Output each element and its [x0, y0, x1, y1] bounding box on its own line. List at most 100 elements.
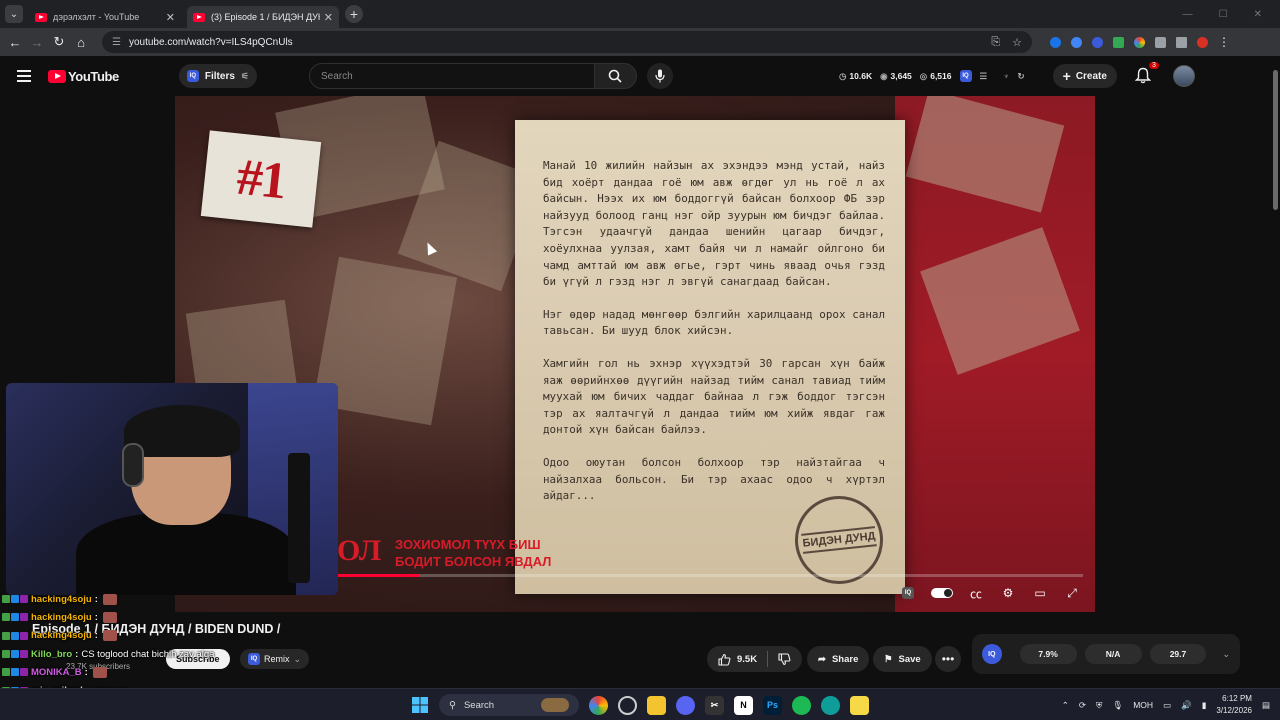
photoshop-icon[interactable]: Ps	[763, 695, 782, 715]
metric-score: 29.7	[1149, 644, 1207, 664]
extension-icon[interactable]	[1050, 36, 1061, 48]
views-stat: ◉ 3,645	[880, 71, 912, 82]
notification-center-icon[interactable]: ▤	[1262, 700, 1270, 711]
close-tab-icon[interactable]: ✕	[166, 11, 175, 24]
sync-icon[interactable]: ⟳	[1079, 700, 1086, 711]
discord-icon[interactable]	[676, 695, 695, 715]
spotify-icon[interactable]	[792, 695, 811, 715]
iq-icon: IQ	[186, 70, 199, 82]
like-button[interactable]: 9.5K	[707, 646, 803, 672]
new-tab-button[interactable]: +	[345, 5, 363, 23]
impressions-stat: ◎ 6,516	[920, 71, 952, 82]
settings-gear-icon[interactable]: ⚙	[999, 586, 1017, 600]
thumbs-up-icon	[718, 653, 731, 666]
download-icon[interactable]	[1113, 36, 1124, 48]
iq-player-icon[interactable]: IQ	[899, 586, 917, 600]
browser-tab-2[interactable]: (3) Episode 1 / БИДЭН ДУНД / ✕	[187, 6, 339, 28]
chevron-down-icon[interactable]: ⌄	[1222, 649, 1230, 660]
windows-start-icon[interactable]	[410, 696, 429, 715]
profile-icon[interactable]	[1197, 36, 1208, 48]
home-icon[interactable]: ⌂	[70, 35, 92, 50]
chrome-icon[interactable]	[589, 695, 608, 715]
search-button[interactable]	[594, 63, 637, 89]
badge-icon	[20, 595, 28, 604]
emote-icon	[102, 611, 117, 623]
badge-icon	[2, 631, 10, 640]
share-button[interactable]: ➦ Share	[807, 646, 870, 672]
voice-search-button[interactable]	[646, 63, 673, 89]
episode-number-tag: #1	[200, 130, 322, 228]
youtube-logo[interactable]: YouTube	[48, 69, 119, 84]
episode-number: #1	[234, 148, 288, 210]
install-icon[interactable]: ⎘	[991, 36, 1000, 49]
url-text: youtube.com/watch?v=ILS4pQCnUls	[128, 36, 293, 48]
tab-title: (3) Episode 1 / БИДЭН ДУНД /	[211, 12, 320, 22]
close-tab-icon[interactable]: ✕	[324, 11, 333, 24]
network-icon[interactable]: ▭	[1163, 700, 1171, 711]
minimize-icon[interactable]: —	[1183, 9, 1193, 20]
extension-icon[interactable]	[1071, 36, 1082, 48]
tab-search-icon[interactable]: ⌄	[5, 5, 23, 23]
emote-icon	[102, 630, 117, 642]
iq-icon[interactable]: IQ	[982, 644, 1002, 664]
battery-icon[interactable]: ▮	[1202, 700, 1207, 711]
sticky-notes-icon[interactable]	[850, 695, 869, 715]
forward-icon[interactable]: →	[26, 35, 48, 50]
notifications-button[interactable]: 3	[1134, 62, 1159, 85]
extension-icon[interactable]	[1134, 36, 1145, 48]
volume-icon[interactable]: 🔊	[1181, 700, 1192, 711]
search-input[interactable]: Search	[308, 63, 595, 89]
more-actions-button[interactable]: •••	[935, 646, 961, 672]
screen: ⌄ дэрэлхэлт - YouTube ✕ (3) Episode 1 / …	[0, 0, 1280, 720]
taskbar-search-label: Search	[463, 699, 495, 711]
create-button[interactable]: + Create	[1052, 64, 1117, 88]
close-window-icon[interactable]: ✕	[1254, 9, 1262, 20]
video-progress-bar[interactable]	[337, 574, 1083, 577]
obs-icon[interactable]	[618, 695, 637, 715]
bookmark-star-icon[interactable]: ☆	[1012, 36, 1022, 49]
theater-mode-icon[interactable]: ▭	[1031, 586, 1049, 600]
captions-icon[interactable]: ㏄	[967, 586, 985, 601]
language-indicator[interactable]: МОН	[1133, 700, 1153, 710]
chat-message: hacking4soju:	[2, 608, 302, 626]
page-scrollbar[interactable]	[1273, 70, 1278, 210]
shield-icon[interactable]: ⛨	[1096, 700, 1102, 711]
autoplay-toggle[interactable]	[931, 588, 953, 598]
puzzle-icon[interactable]	[1155, 36, 1166, 48]
chevron-up-icon[interactable]: ⌃	[1062, 700, 1069, 711]
filters-button[interactable]: IQ Filters ⚟	[178, 64, 257, 88]
microphone-icon	[655, 69, 665, 83]
extension-icon[interactable]	[1092, 36, 1103, 48]
save-button[interactable]: ⚑ Save	[873, 646, 932, 672]
badge-icon	[11, 595, 19, 604]
iq-icon[interactable]: IQ	[959, 70, 972, 82]
media-icon[interactable]	[1176, 36, 1187, 48]
badge-icon	[11, 650, 19, 659]
menu-kebab-icon[interactable]: ⋮	[1218, 35, 1230, 49]
site-info-icon[interactable]: ☰	[112, 37, 121, 48]
fullscreen-icon[interactable]: ⤢	[1063, 586, 1081, 600]
back-icon[interactable]: ←	[4, 35, 26, 50]
trophy-icon[interactable]: ♆	[1003, 71, 1009, 81]
like-divider	[767, 651, 769, 667]
capcut-icon[interactable]: ✂	[705, 695, 724, 715]
taskbar-search[interactable]: ⚲ Search	[439, 694, 579, 716]
microphone-icon[interactable]: 🎙	[1112, 700, 1123, 711]
refresh-icon[interactable]: ↻	[1018, 71, 1025, 82]
search-icon: ⚲	[449, 699, 456, 711]
clock[interactable]: 6:12 PM 3/12/2026	[1216, 693, 1252, 717]
list-icon[interactable]: ☰	[980, 71, 988, 82]
search-highlight-icon	[541, 698, 569, 712]
notion-icon[interactable]: N	[734, 695, 753, 715]
reload-icon[interactable]: ↻	[48, 34, 70, 50]
letter-paragraph: Нэг өдөр надад мөнгөөр бэлгийн харилцаан…	[543, 307, 885, 338]
avatar[interactable]	[1172, 65, 1195, 87]
hamburger-menu-icon[interactable]	[17, 70, 31, 82]
maximize-icon[interactable]: ☐	[1219, 9, 1228, 20]
browser-tab-1[interactable]: дэрэлхэлт - YouTube ✕	[29, 6, 181, 28]
address-bar[interactable]: ☰ youtube.com/watch?v=ILS4pQCnUls ⎘ ☆	[102, 31, 1032, 53]
badge-icon	[2, 613, 10, 622]
chat-separator: :	[84, 666, 88, 678]
file-explorer-icon[interactable]	[647, 695, 666, 715]
edge-icon[interactable]	[821, 695, 840, 715]
